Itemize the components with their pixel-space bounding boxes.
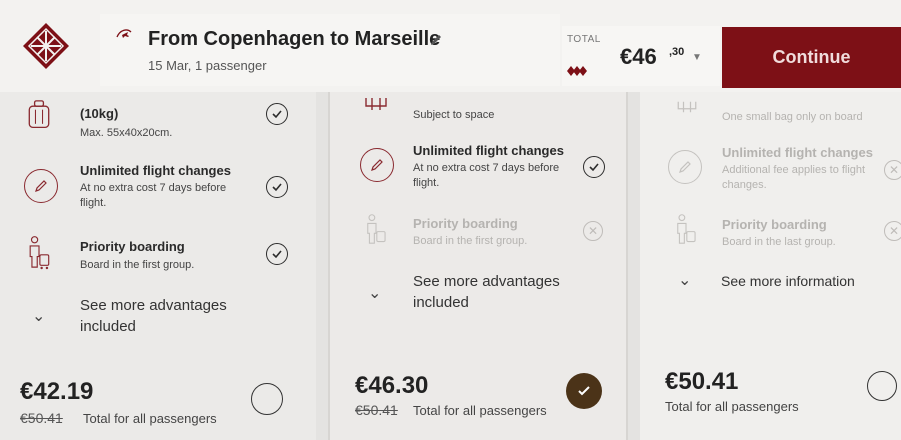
included-check-icon: [266, 103, 288, 125]
bag-subtitle: Subject to space: [413, 109, 495, 121]
total-price-toggle[interactable]: TOTAL €46 ,30 ▼: [562, 26, 720, 86]
brand-logo[interactable]: [0, 0, 92, 92]
route-title: From Copenhagen to Marseille: [148, 28, 441, 50]
bag-subtitle: One small bag only on board: [722, 111, 863, 123]
header-bar: From Copenhagen to Marseille 15 Mar, 1 p…: [0, 0, 901, 92]
priority-boarding-icon: [362, 212, 390, 253]
included-check-icon: [266, 243, 288, 265]
included-check-icon: [266, 176, 288, 198]
flex-title: Unlimited flight changes: [413, 143, 564, 158]
priority-boarding-icon: [672, 212, 700, 253]
total-price-cents: ,30: [669, 46, 685, 58]
bag-subtitle: Max. 55x40x20cm.: [80, 127, 173, 139]
priority-title: Priority boarding: [413, 216, 518, 231]
brand-mini-logo-icon: [566, 64, 588, 76]
fare-column-1: (10kg) Max. 55x40x20cm. Unlimited flight…: [0, 80, 316, 440]
fare-select-radio[interactable]: [251, 383, 283, 415]
flex-subtitle: At no extra cost 7 days before flight.: [80, 182, 227, 209]
route-subtitle: 15 Mar, 1 passenger: [148, 58, 267, 73]
see-more-link[interactable]: See more information: [721, 271, 855, 292]
plane-route-icon: [114, 24, 134, 44]
pencil-change-icon: [668, 150, 702, 184]
total-label: TOTAL: [567, 34, 601, 45]
priority-boarding-icon: [24, 234, 54, 277]
priority-subtitle: Board in the first group.: [80, 259, 195, 271]
carry-on-bag-icon: [24, 98, 54, 137]
flex-subtitle: At no extra cost 7 days before flight.: [413, 162, 560, 189]
included-check-icon: [583, 156, 605, 178]
fare-column-2: Subject to space Unlimited flight change…: [328, 80, 628, 440]
not-included-x-icon: ✕: [884, 221, 901, 241]
flex-title: Unlimited flight changes: [722, 145, 873, 160]
priority-title: Priority boarding: [80, 239, 185, 254]
chevron-down-icon[interactable]: ⌄: [678, 270, 691, 290]
chevron-down-icon[interactable]: ▼: [692, 52, 702, 63]
pencil-change-icon: [360, 148, 394, 182]
fare-price-note: Total for all passengers: [83, 411, 217, 426]
pencil-change-icon: [24, 169, 58, 203]
fare-price-note: Total for all passengers: [665, 399, 799, 414]
priority-subtitle: Board in the first group.: [413, 235, 528, 247]
priority-subtitle: Board in the last group.: [722, 236, 836, 248]
chevron-down-icon[interactable]: ⌄: [32, 306, 45, 326]
total-price: €46: [620, 44, 657, 69]
fare-price: €46.30: [355, 372, 429, 399]
fare-price-note: Total for all passengers: [413, 403, 547, 418]
fare-old-price: €50.41: [20, 410, 63, 426]
fare-column-3: One small bag only on board Unlimited fl…: [640, 80, 901, 440]
fare-price: €50.41: [665, 368, 739, 395]
fare-old-price: €50.41: [355, 402, 398, 418]
priority-title: Priority boarding: [722, 217, 827, 232]
seat-icon: [364, 96, 388, 117]
flex-subtitle: Additional fee applies to flight changes…: [722, 164, 866, 191]
continue-button[interactable]: Continue: [722, 27, 901, 88]
seat-icon: [676, 100, 698, 119]
not-included-x-icon: ✕: [583, 221, 603, 241]
fare-selected-radio[interactable]: [566, 373, 602, 409]
bag-title: (10kg): [80, 106, 119, 121]
not-included-x-icon: ✕: [884, 160, 901, 180]
fare-price: €42.19: [20, 378, 94, 405]
route-summary[interactable]: From Copenhagen to Marseille 15 Mar, 1 p…: [100, 14, 560, 86]
see-more-link[interactable]: See more advantages included: [413, 271, 583, 313]
see-more-link[interactable]: See more advantages included: [80, 295, 260, 337]
column-divider: [628, 92, 640, 440]
column-divider: [316, 92, 328, 440]
chevron-down-icon[interactable]: ⌄: [368, 283, 381, 303]
flex-title: Unlimited flight changes: [80, 163, 231, 178]
fare-select-radio[interactable]: [867, 371, 897, 401]
pencil-edit-icon[interactable]: [428, 32, 444, 48]
